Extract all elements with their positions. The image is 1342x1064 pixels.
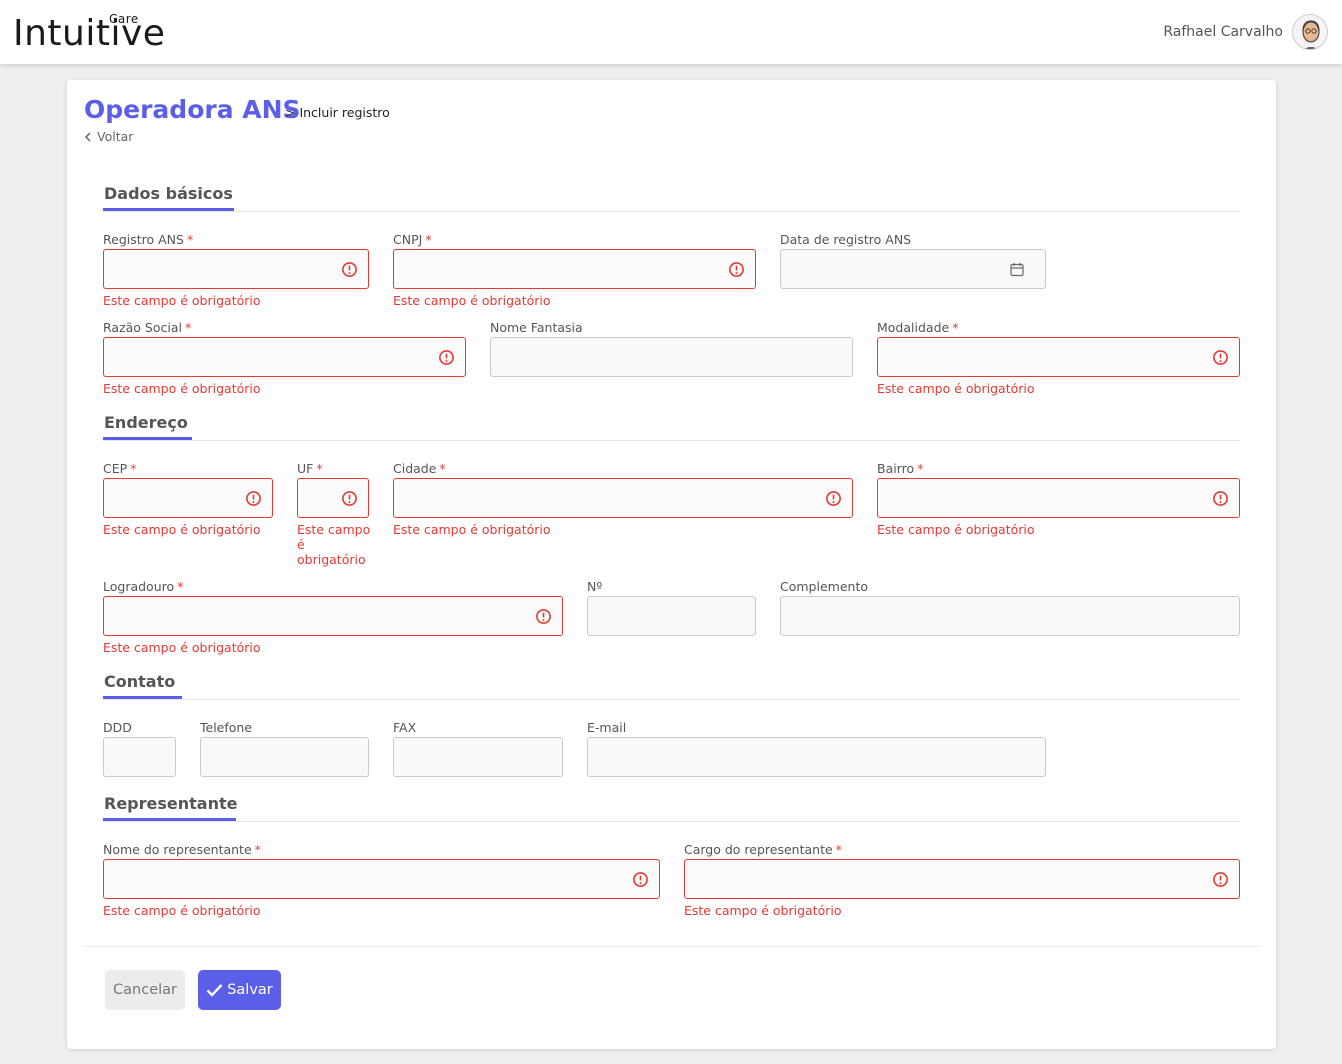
error-razao-social: Este campo é obrigatório: [103, 381, 261, 396]
avatar[interactable]: [1292, 14, 1328, 50]
label-bairro: Bairro *: [877, 461, 924, 476]
bairro-input[interactable]: [877, 478, 1240, 518]
section-underline: [103, 818, 236, 821]
save-button[interactable]: Salvar: [198, 970, 281, 1010]
alert-circle-icon: [342, 262, 357, 277]
breadcrumb: > Incluir registro: [285, 105, 390, 120]
label-email: E-mail: [587, 720, 627, 735]
cargo-representante-input[interactable]: [684, 859, 1240, 899]
calendar-icon[interactable]: [1010, 262, 1024, 277]
ddd-input[interactable]: [103, 737, 176, 777]
label-numero: Nº: [587, 579, 603, 594]
cancel-button[interactable]: Cancelar: [105, 970, 185, 1010]
razao-social-input[interactable]: [103, 337, 466, 377]
user-menu[interactable]: Rafhael Carvalho: [1163, 14, 1328, 50]
fax-input[interactable]: [393, 737, 563, 777]
alert-circle-icon: [246, 491, 261, 506]
alert-circle-icon: [439, 350, 454, 365]
brand-logo[interactable]: Intuitive Care: [13, 8, 183, 58]
alert-circle-icon: [1213, 872, 1228, 887]
section-divider: [103, 440, 1240, 441]
label-nome-fantasia: Nome Fantasia: [490, 320, 583, 335]
error-registro-ans: Este campo é obrigatório: [103, 293, 261, 308]
alert-circle-icon: [1213, 350, 1228, 365]
alert-circle-icon: [826, 491, 841, 506]
page-title: Operadora ANS: [84, 95, 301, 124]
label-uf: UF *: [297, 461, 323, 476]
label-cnpj: CNPJ *: [393, 232, 432, 247]
label-modalidade: Modalidade *: [877, 320, 959, 335]
user-name: Rafhael Carvalho: [1163, 24, 1283, 40]
save-label: Salvar: [227, 982, 273, 998]
label-registro-ans: Registro ANS *: [103, 232, 194, 247]
error-cidade: Este campo é obrigatório: [393, 522, 551, 537]
label-razao-social: Razão Social *: [103, 320, 192, 335]
modalidade-select[interactable]: [877, 337, 1240, 377]
email-input[interactable]: [587, 737, 1046, 777]
section-title-basic: Dados básicos: [104, 184, 233, 203]
brand-name: Intuitive: [13, 13, 166, 54]
label-cidade: Cidade *: [393, 461, 446, 476]
back-link[interactable]: Voltar: [84, 129, 133, 144]
telefone-input[interactable]: [200, 737, 369, 777]
label-complemento: Complemento: [780, 579, 868, 594]
error-modalidade: Este campo é obrigatório: [877, 381, 1035, 396]
cidade-input[interactable]: [393, 478, 853, 518]
logradouro-input[interactable]: [103, 596, 563, 636]
label-fax: FAX: [393, 720, 417, 735]
section-title-contact: Contato: [104, 672, 176, 691]
brand-superscript: Care: [109, 12, 139, 26]
error-cargo-representante: Este campo é obrigatório: [684, 903, 842, 918]
section-title-address: Endereço: [104, 413, 188, 432]
error-bairro: Este campo é obrigatório: [877, 522, 1035, 537]
alert-circle-icon: [1213, 491, 1228, 506]
check-icon: [206, 984, 223, 997]
label-nome-representante: Nome do representante *: [103, 842, 261, 857]
error-cep: Este campo é obrigatório: [103, 522, 261, 537]
back-label: Voltar: [97, 129, 134, 144]
registro-ans-input[interactable]: [103, 249, 369, 289]
footer-divider: [84, 946, 1260, 947]
section-divider: [103, 699, 1240, 700]
section-title-rep: Representante: [104, 794, 238, 813]
section-underline: [103, 696, 182, 699]
section-underline: [103, 208, 234, 211]
label-ddd: DDD: [103, 720, 132, 735]
complemento-input[interactable]: [780, 596, 1240, 636]
error-uf: Este campo é obrigatório: [297, 522, 371, 567]
error-nome-representante: Este campo é obrigatório: [103, 903, 261, 918]
alert-circle-icon: [633, 872, 648, 887]
label-cargo-representante: Cargo do representante *: [684, 842, 842, 857]
numero-input[interactable]: [587, 596, 756, 636]
section-divider: [103, 211, 1240, 212]
alert-circle-icon: [342, 491, 357, 506]
label-logradouro: Logradouro *: [103, 579, 184, 594]
label-data-registro: Data de registro ANS: [780, 232, 912, 247]
nome-fantasia-input[interactable]: [490, 337, 853, 377]
data-registro-input[interactable]: [780, 249, 1046, 289]
alert-circle-icon: [729, 262, 744, 277]
section-underline: [103, 437, 192, 440]
alert-circle-icon: [536, 609, 551, 624]
label-telefone: Telefone: [200, 720, 253, 735]
section-divider: [103, 821, 1240, 822]
top-bar: Intuitive Care Rafhael Carvalho: [0, 0, 1342, 64]
cep-input[interactable]: [103, 478, 273, 518]
nome-representante-input[interactable]: [103, 859, 660, 899]
label-cep: CEP *: [103, 461, 137, 476]
cnpj-input[interactable]: [393, 249, 756, 289]
uf-select[interactable]: [297, 478, 369, 518]
chevron-left-icon: [84, 131, 91, 142]
error-cnpj: Este campo é obrigatório: [393, 293, 551, 308]
error-logradouro: Este campo é obrigatório: [103, 640, 261, 655]
